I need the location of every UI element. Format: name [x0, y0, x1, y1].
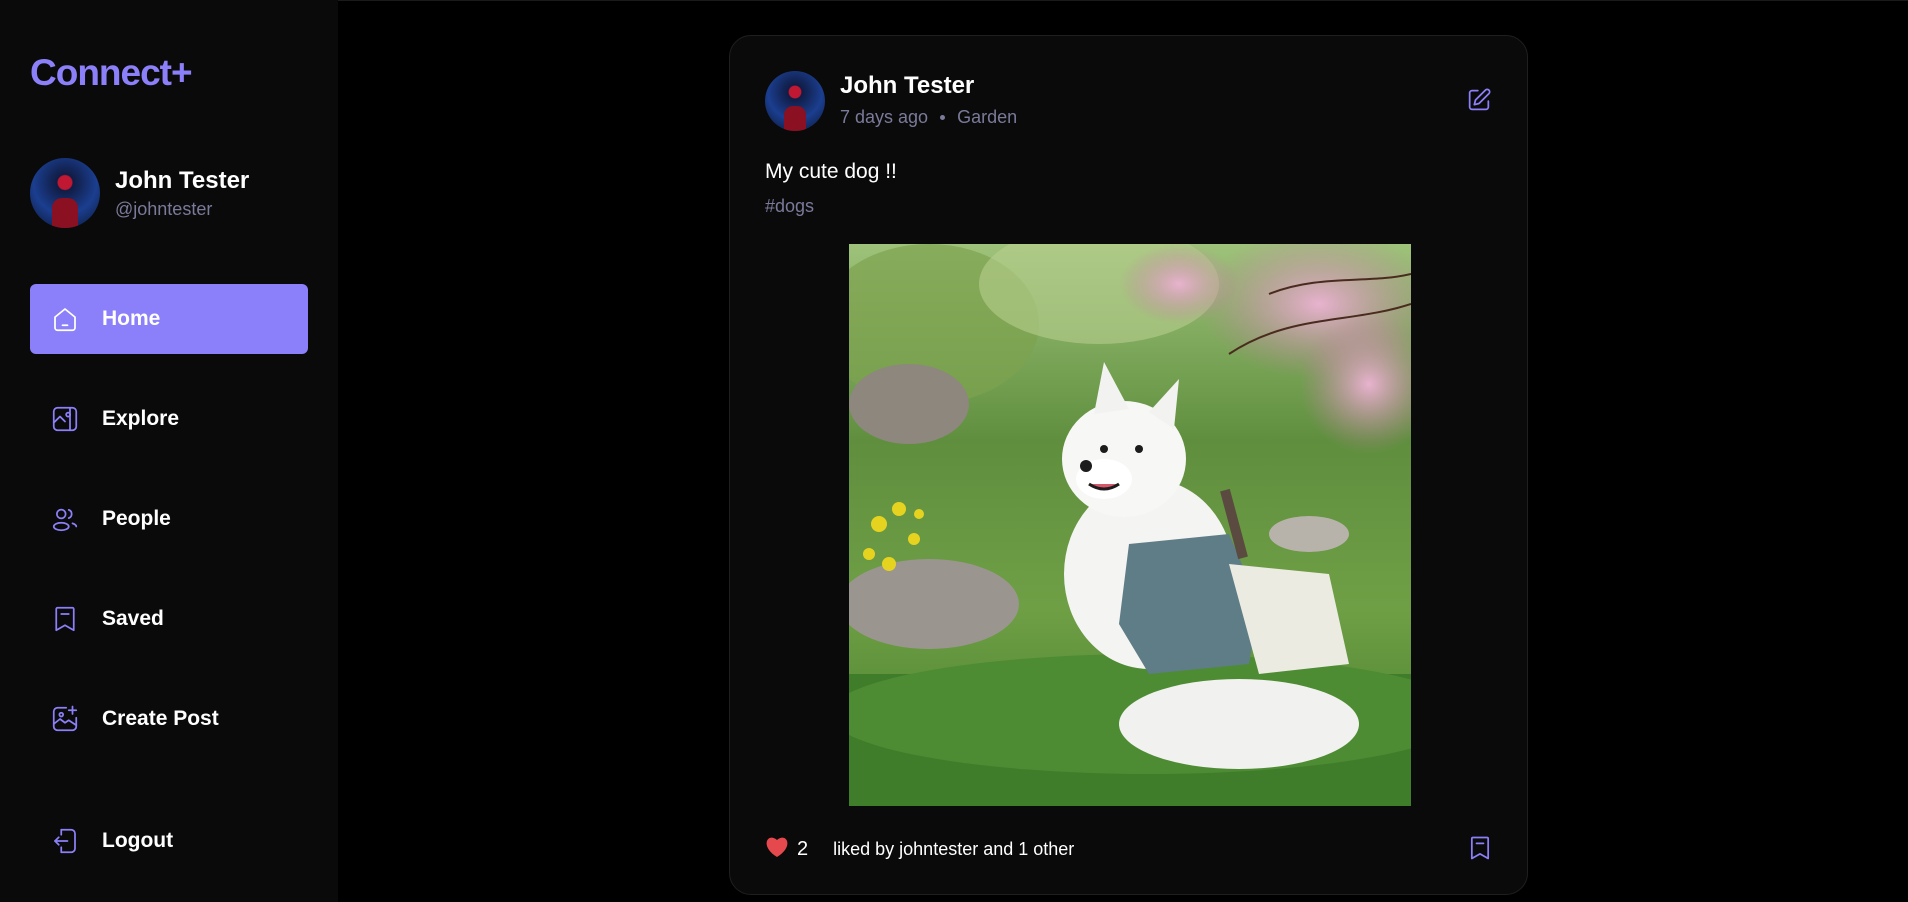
explore-icon	[49, 403, 81, 435]
post-image	[849, 244, 1411, 806]
sidebar-nav: Home Explore People Saved Create Post	[30, 284, 308, 754]
dog-photo	[849, 244, 1411, 806]
avatar[interactable]	[30, 158, 100, 228]
post-hashtag[interactable]: #dogs	[765, 196, 814, 217]
post-actions: 2 liked by johntester and 1 other	[765, 834, 1494, 864]
top-border	[338, 0, 1908, 1]
post-author[interactable]: John Tester	[840, 72, 974, 100]
save-post-button[interactable]	[1466, 834, 1494, 862]
sidebar-item-explore[interactable]: Explore	[30, 384, 308, 454]
sidebar-item-label: Home	[102, 307, 161, 330]
post-meta: 7 days ago Garden	[840, 107, 1017, 128]
liked-by-text[interactable]: liked by johntester and 1 other	[833, 839, 1074, 860]
edit-post-button[interactable]	[1465, 86, 1493, 114]
sidebar-item-label: Create Post	[102, 707, 219, 730]
edit-icon	[1468, 88, 1491, 111]
sidebar: Connect+ John Tester @johntester Home Ex…	[0, 0, 338, 902]
logout-button[interactable]: Logout	[30, 806, 308, 876]
sidebar-item-create-post[interactable]: Create Post	[30, 684, 308, 754]
sidebar-item-people[interactable]: People	[30, 484, 308, 554]
bookmark-icon	[49, 603, 81, 635]
profile-handle: @johntester	[115, 198, 213, 219]
people-icon	[49, 503, 81, 535]
sidebar-item-label: Explore	[102, 407, 180, 430]
avatar[interactable]	[765, 71, 825, 131]
logout-label: Logout	[102, 829, 174, 852]
sidebar-item-saved[interactable]: Saved	[30, 584, 308, 654]
bookmark-icon	[1470, 836, 1490, 860]
sidebar-item-label: Saved	[102, 607, 164, 630]
sidebar-item-label: People	[102, 507, 171, 530]
post-card: John Tester 7 days ago Garden My cute do…	[729, 35, 1528, 895]
logout-icon	[49, 825, 81, 857]
post-time: 7 days ago	[840, 107, 929, 127]
profile-name: John Tester	[115, 166, 250, 194]
sidebar-item-home[interactable]: Home	[30, 284, 308, 354]
like-count: 2	[797, 837, 809, 860]
post-location: Garden	[957, 107, 1018, 127]
post-caption: My cute dog !!	[765, 160, 897, 183]
heart-icon[interactable]	[765, 836, 789, 863]
sidebar-profile[interactable]: John Tester @johntester	[30, 158, 249, 228]
home-icon	[49, 303, 81, 335]
separator-dot	[940, 115, 946, 120]
app-logo[interactable]: Connect+	[30, 52, 193, 94]
create-post-icon	[49, 703, 81, 735]
